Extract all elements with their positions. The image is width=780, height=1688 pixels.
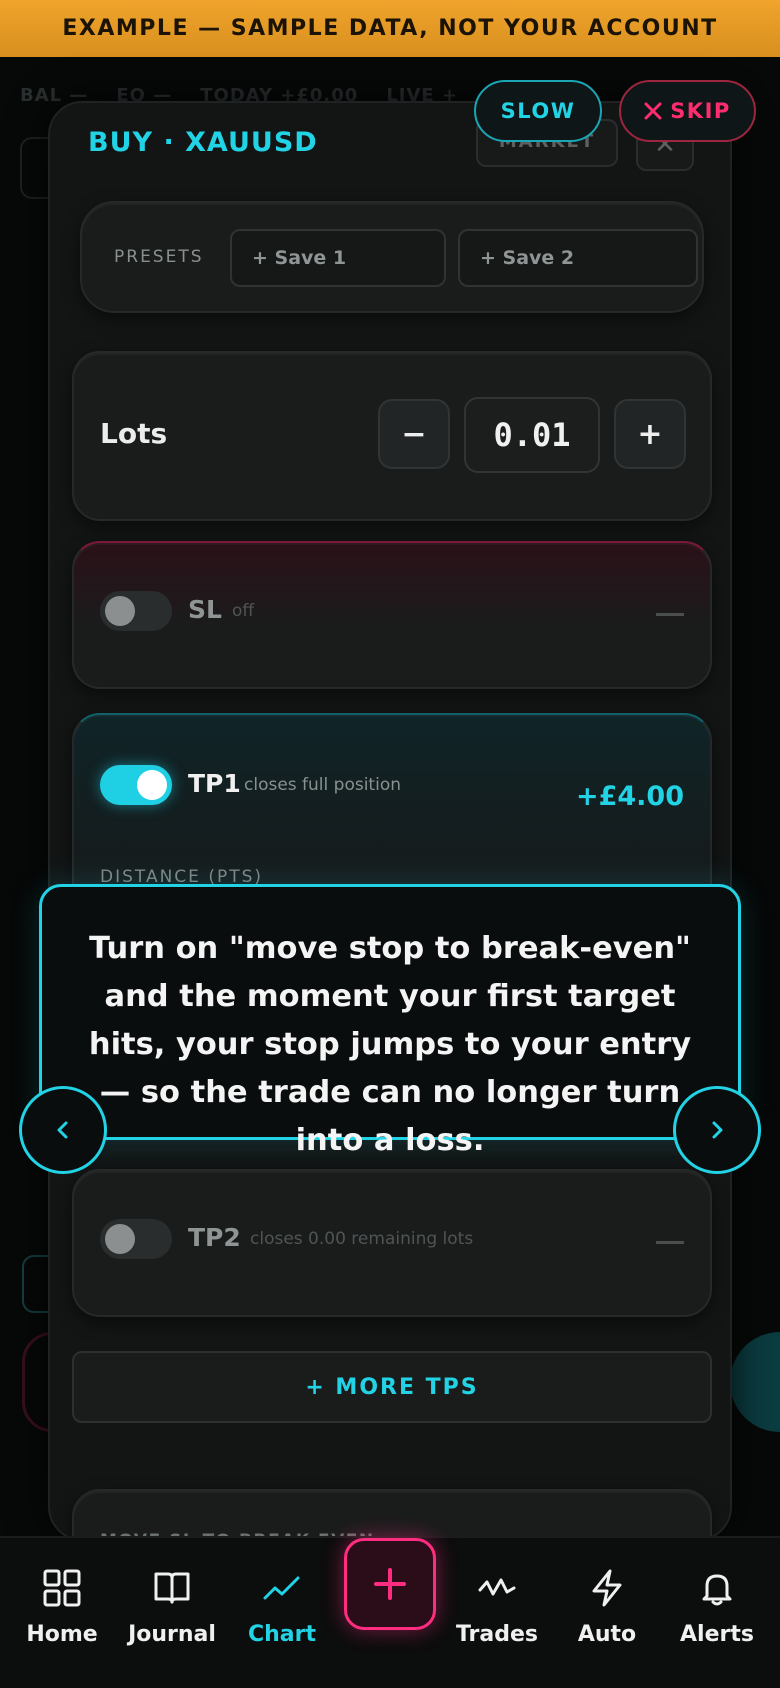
presets-label: PRESETS	[114, 247, 204, 267]
skip-label: SKIP	[670, 99, 731, 123]
stop-loss-status: off	[232, 601, 255, 621]
toggle-knob	[105, 1224, 135, 1254]
toggle-knob	[105, 596, 135, 626]
tp1-profit-amount: +£4.00	[575, 781, 684, 812]
stop-loss-label: SL	[188, 595, 222, 624]
nav-label: Journal	[128, 1622, 216, 1647]
lots-value-input[interactable]: 0.01	[464, 397, 600, 473]
nav-label: Home	[26, 1622, 98, 1647]
plus-icon	[374, 1568, 406, 1600]
sheet-title: BUY · XAUUSD	[88, 127, 318, 158]
tour-next-button[interactable]	[673, 1086, 761, 1174]
tour-previous-button[interactable]	[19, 1086, 107, 1174]
tour-message: Turn on "move stop to break-even" and th…	[88, 931, 692, 1158]
nav-label: Chart	[247, 1622, 317, 1647]
nav-item-auto[interactable]: Auto	[552, 1568, 662, 1647]
tp2-toggle[interactable]	[100, 1219, 172, 1259]
nav-label: Trades	[455, 1622, 539, 1647]
tp2-subtitle: closes 0.00 remaining lots	[250, 1229, 474, 1249]
trend-line-icon	[263, 1576, 300, 1600]
chevron-left-icon	[57, 1121, 68, 1139]
tp2-card: TP2 closes 0.00 remaining lots	[72, 1169, 712, 1317]
bell-icon	[702, 1574, 732, 1606]
slow-label: SLOW	[500, 99, 576, 123]
grid-icon	[43, 1569, 81, 1607]
nav-item-journal[interactable]: Journal	[117, 1568, 227, 1647]
order-sheet: BUY · XAUUSD MARKET ✕ PRESETS + Save 1 +…	[48, 101, 732, 1541]
sample-data-banner: EXAMPLE — SAMPLE DATA, NOT YOUR ACCOUNT	[0, 0, 780, 57]
tp1-label: TP1	[188, 769, 241, 798]
preset-save-2-button[interactable]: + Save 2	[458, 229, 698, 287]
background-buy-button	[730, 1332, 780, 1432]
new-order-button[interactable]	[344, 1538, 436, 1630]
dash-indicator	[656, 1241, 684, 1244]
dash-indicator	[656, 613, 684, 616]
tour-slow-button[interactable]: SLOW	[474, 80, 602, 142]
presets-card: PRESETS + Save 1 + Save 2	[80, 201, 704, 313]
nav-label: Alerts	[680, 1622, 754, 1647]
tour-skip-button[interactable]: SKIP	[619, 80, 756, 142]
close-icon	[644, 102, 662, 120]
nav-item-trades[interactable]: Trades	[442, 1568, 552, 1647]
pulse-icon	[478, 1578, 516, 1596]
break-even-card: MOVE SL TO BREAK EVEN	[72, 1489, 712, 1539]
tp1-toggle[interactable]	[100, 765, 172, 805]
more-tps-button[interactable]: + MORE TPS	[72, 1351, 712, 1423]
stop-loss-toggle[interactable]	[100, 591, 172, 631]
nav-item-chart[interactable]: Chart	[227, 1568, 337, 1647]
lots-card: Lots − 0.01 +	[72, 351, 712, 521]
lots-label: Lots	[100, 417, 168, 450]
tp2-label: TP2	[188, 1223, 241, 1252]
chevron-right-icon	[712, 1121, 723, 1139]
toggle-knob	[137, 770, 167, 800]
tp1-subtitle: closes full position	[244, 775, 401, 795]
banner-text: EXAMPLE — SAMPLE DATA, NOT YOUR ACCOUNT	[62, 16, 718, 41]
book-icon	[154, 1572, 190, 1604]
nav-item-alerts[interactable]: Alerts	[662, 1568, 772, 1647]
nav-label: Auto	[577, 1622, 637, 1647]
preset-save-1-button[interactable]: + Save 1	[230, 229, 446, 287]
lots-decrease-button[interactable]: −	[378, 399, 450, 469]
nav-item-home[interactable]: Home	[7, 1568, 117, 1647]
stop-loss-card: SL off	[72, 541, 712, 689]
lightning-icon	[592, 1569, 622, 1607]
lots-increase-button[interactable]: +	[614, 399, 686, 469]
tour-tooltip: Turn on "move stop to break-even" and th…	[39, 884, 741, 1158]
